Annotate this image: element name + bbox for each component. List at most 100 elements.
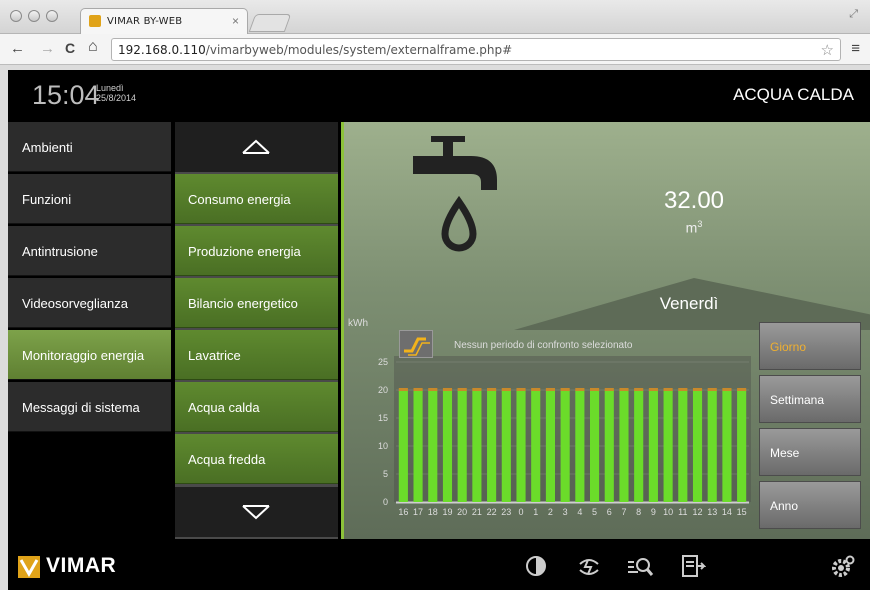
page-title: ACQUA CALDA: [733, 85, 854, 104]
submenu-item-lavatrice[interactable]: Lavatrice: [175, 330, 338, 380]
export-document-icon[interactable]: [680, 554, 706, 580]
chevron-up-icon: [242, 139, 270, 154]
menu-item-messaggi-sistema[interactable]: Messaggi di sistema: [8, 382, 171, 432]
chart-bar-cap: [516, 388, 526, 391]
chart-bar: [516, 390, 526, 502]
menu-item-label: Monitoraggio energia: [22, 348, 145, 363]
submenu-item-acqua-calda[interactable]: Acqua calda: [175, 382, 338, 432]
browser-tab[interactable]: VIMAR BY-WEB ×: [80, 8, 248, 34]
x-tick-label: 14: [722, 507, 732, 517]
chart-bar: [442, 390, 453, 502]
chart-bar: [590, 390, 600, 502]
submenu-item-consumo-energia[interactable]: Consumo energia: [175, 174, 338, 224]
menu-item-videosorveglianza[interactable]: Videosorveglianza: [8, 278, 171, 328]
x-tick-label: 17: [413, 507, 423, 517]
submenu-scroll-down-button[interactable]: [175, 487, 338, 537]
x-tick-label: 6: [607, 507, 612, 517]
submenu-item-acqua-fredda[interactable]: Acqua fredda: [175, 434, 338, 484]
chart-bar: [457, 390, 467, 502]
chart-bar-cap: [457, 388, 467, 391]
chart-bar: [560, 390, 570, 502]
submenu-scroll-up-button[interactable]: [175, 122, 338, 172]
submenu-item-label: Bilancio energetico: [188, 296, 298, 311]
chart-bar-cap: [501, 388, 511, 391]
chart-bar: [531, 390, 541, 502]
x-tick-label: 7: [621, 507, 626, 517]
y-axis-unit-label: kWh: [348, 318, 368, 329]
main-menu: Ambienti Funzioni Antintrusione Videosor…: [8, 122, 171, 539]
menu-item-label: Videosorveglianza: [22, 296, 128, 311]
chart-bar: [472, 390, 482, 502]
chart-bar-cap: [619, 388, 629, 391]
x-tick-label: 23: [501, 507, 511, 517]
zoom-window-icon[interactable]: [46, 10, 58, 22]
chart-bar: [678, 390, 688, 502]
chart-bar: [707, 390, 717, 502]
bookmark-star-icon[interactable]: ☆: [821, 41, 834, 59]
chart-bar-cap: [428, 388, 438, 391]
fullscreen-icon[interactable]: ⤢: [849, 8, 858, 21]
search-data-icon[interactable]: [626, 554, 654, 580]
x-tick-label: 3: [563, 507, 568, 517]
period-day-button[interactable]: Giorno: [759, 322, 861, 370]
period-month-button[interactable]: Mese: [759, 428, 861, 476]
new-tab-button[interactable]: [248, 14, 292, 32]
contrast-icon[interactable]: [524, 554, 548, 578]
url-input[interactable]: 192.168.0.110/vimarbyweb/modules/system/…: [111, 38, 841, 61]
chart-bar: [619, 390, 629, 502]
y-tick-label: 15: [378, 413, 388, 423]
unit-exponent: 3: [697, 219, 703, 229]
x-tick-label: 8: [636, 507, 641, 517]
energy-flow-icon[interactable]: [576, 554, 602, 580]
chart-bar: [413, 390, 423, 502]
back-button[interactable]: ←: [10, 40, 25, 57]
x-tick-label: 18: [428, 507, 438, 517]
submenu-item-produzione-energia[interactable]: Produzione energia: [175, 226, 338, 276]
water-tap-icon: [413, 136, 497, 252]
period-year-button[interactable]: Anno: [759, 481, 861, 529]
menu-item-antintrusione[interactable]: Antintrusione: [8, 226, 171, 276]
chart-bar: [634, 390, 644, 502]
chart-bar-cap: [575, 388, 585, 391]
brand-logo-text: VIMAR: [46, 554, 117, 577]
x-tick-label: 12: [693, 507, 703, 517]
submenu-item-label: Consumo energia: [188, 192, 291, 207]
submenu-item-label: Produzione energia: [188, 244, 301, 259]
chart-bar: [692, 390, 703, 502]
consumption-value: 32.00: [663, 187, 725, 214]
x-tick-label: 1: [533, 507, 538, 517]
forward-button[interactable]: →: [40, 40, 55, 57]
chart-bar: [428, 390, 438, 502]
minimize-window-icon[interactable]: [28, 10, 40, 22]
chart-bar: [545, 390, 555, 502]
tab-close-icon[interactable]: ×: [232, 14, 239, 28]
url-host: 192.168.0.110: [118, 43, 206, 57]
menu-item-funzioni[interactable]: Funzioni: [8, 174, 171, 224]
x-tick-label: 11: [678, 507, 687, 517]
chart-bar-cap: [678, 388, 688, 391]
consumption-chart: kWh 0 5 10 15 20 25 16 17 18 19 20 21 22 23 0 1 2 3 4 5 6 7 8 9 1…: [344, 312, 764, 539]
menu-item-ambienti[interactable]: Ambienti: [8, 122, 171, 172]
x-tick-label: 20: [457, 507, 467, 517]
chart-bar-cap: [442, 388, 453, 391]
y-tick-label: 25: [378, 357, 388, 367]
vimar-logo-icon: [18, 556, 40, 578]
x-tick-label: 22: [487, 507, 497, 517]
chevron-down-icon: [242, 505, 270, 520]
compare-period-button[interactable]: [399, 330, 433, 358]
chart-bar-cap: [722, 388, 732, 391]
reload-button[interactable]: C: [65, 40, 75, 56]
browser-menu-icon[interactable]: ≡: [851, 40, 860, 57]
compare-period-text: Nessun periodo di confronto selezionato: [454, 340, 633, 351]
menu-item-label: Ambienti: [22, 140, 73, 155]
close-window-icon[interactable]: [10, 10, 22, 22]
chart-bar: [648, 390, 658, 502]
home-button[interactable]: ⌂: [88, 38, 98, 56]
settings-gear-icon[interactable]: [830, 554, 856, 580]
period-label: Mese: [770, 446, 800, 460]
tab-title: VIMAR BY-WEB: [107, 16, 183, 27]
vimar-app: 15:04 Lunedì 25/8/2014 ACQUA CALDA Ambie…: [8, 70, 870, 590]
menu-item-monitoraggio-energia[interactable]: Monitoraggio energia: [8, 330, 171, 380]
submenu-item-bilancio-energetico[interactable]: Bilancio energetico: [175, 278, 338, 328]
period-week-button[interactable]: Settimana: [759, 375, 861, 423]
